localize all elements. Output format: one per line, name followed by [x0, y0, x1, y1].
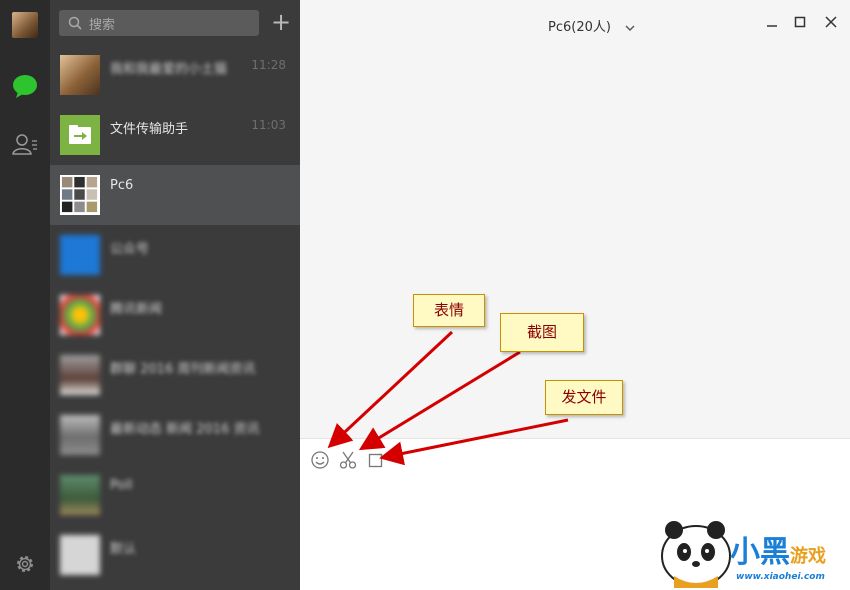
chat-name: 腾讯新闻	[110, 302, 163, 317]
chat-time: 11:28	[251, 58, 286, 72]
file-transfer-icon	[60, 115, 100, 155]
chat-avatar	[60, 475, 100, 515]
chat-list-item[interactable]: 最新动态 新闻 2016 资讯	[50, 405, 300, 465]
chat-list-item-selected[interactable]: Pc6	[50, 165, 300, 225]
chat-name: 最新动态 新闻 2016 资讯	[110, 422, 260, 437]
chat-avatar	[60, 55, 100, 95]
chat-avatar	[60, 355, 100, 395]
close-icon[interactable]	[821, 12, 841, 32]
callout-file: 发文件	[545, 380, 623, 415]
chat-icon[interactable]	[12, 73, 38, 99]
settings-gear-icon[interactable]	[14, 553, 36, 575]
chat-name: Pc6	[110, 178, 134, 193]
chat-list-item[interactable]: 群聊 2016 周刊新闻资讯	[50, 345, 300, 405]
callout-emoji: 表情	[413, 294, 485, 327]
chat-list-item[interactable]: Poll	[50, 465, 300, 525]
chat-list-item[interactable]: 文件传输助手 11:03	[50, 105, 300, 165]
chat-name: 群聊 2016 周刊新闻资讯	[110, 362, 256, 377]
callout-screenshot: 截图	[500, 313, 584, 352]
group-avatar	[60, 175, 100, 215]
scissors-icon[interactable]	[338, 450, 358, 470]
chat-name: Poll	[110, 478, 133, 493]
conversation-list-panel: 搜索 + 我和我最爱的小土猫 11:28 文件传输助手 11:03 Pc6 公众…	[50, 0, 300, 590]
xiaohei-watermark: 小黑 游戏 www.xiaohei.com	[656, 516, 850, 590]
chat-avatar	[60, 415, 100, 455]
chat-name: 默认	[110, 542, 137, 557]
conversation-title-text: Pc6(20人)	[548, 20, 611, 35]
wechat-window: 搜索 + 我和我最爱的小土猫 11:28 文件传输助手 11:03 Pc6 公众…	[0, 0, 850, 590]
chat-list-item[interactable]: 腾讯新闻	[50, 285, 300, 345]
maximize-icon[interactable]	[790, 12, 810, 32]
chat-list-item[interactable]: 默认	[50, 525, 300, 585]
chevron-down-icon[interactable]	[625, 23, 635, 33]
logo-text: 小黑	[730, 535, 790, 570]
file-icon[interactable]	[366, 450, 386, 470]
chat-name: 文件传输助手	[110, 122, 189, 137]
minimize-icon[interactable]	[762, 12, 782, 32]
chat-list-item[interactable]: 公众号	[50, 225, 300, 285]
search-placeholder: 搜索	[89, 18, 116, 33]
watermark-url: www.xiaohei.com	[736, 572, 825, 582]
chat-time: 11:03	[251, 118, 286, 132]
add-chat-button[interactable]: +	[270, 10, 292, 36]
chat-name: 公众号	[110, 242, 150, 257]
smiley-icon[interactable]	[310, 450, 330, 470]
user-avatar[interactable]	[12, 12, 38, 38]
chat-avatar	[60, 295, 100, 335]
search-box[interactable]: 搜索	[59, 10, 259, 36]
search-icon	[68, 16, 82, 30]
chat-list-item[interactable]: 我和我最爱的小土猫 11:28	[50, 45, 300, 105]
nav-rail	[0, 0, 50, 590]
chat-avatar	[60, 235, 100, 275]
svg-text:游戏: 游戏	[790, 545, 826, 567]
chat-name: 我和我最爱的小土猫	[110, 62, 228, 77]
chat-avatar	[60, 535, 100, 575]
contacts-icon[interactable]	[12, 132, 38, 156]
conversation-pane: Pc6(20人)	[300, 0, 850, 590]
conversation-title[interactable]: Pc6(20人)	[548, 16, 635, 35]
